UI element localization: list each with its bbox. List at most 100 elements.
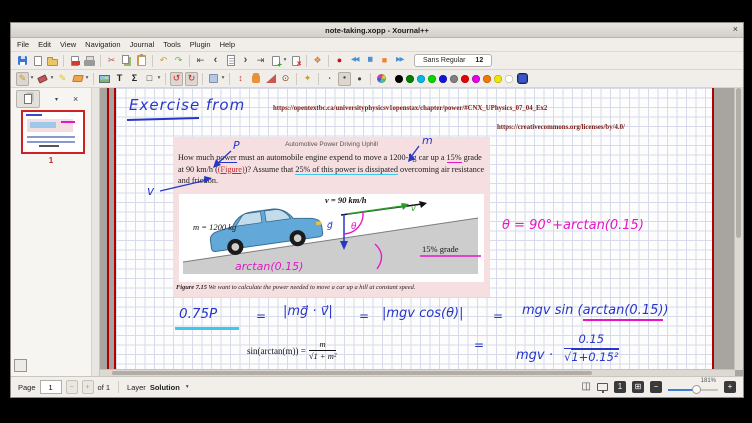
new-document-button[interactable] bbox=[31, 54, 44, 68]
selection-tool-button[interactable] bbox=[71, 72, 84, 86]
page-decrement-button[interactable]: − bbox=[66, 380, 78, 394]
highlighter-button[interactable]: ✎ bbox=[56, 72, 69, 86]
sidebar-close-icon[interactable]: × bbox=[73, 94, 78, 104]
shape-recognizer-button[interactable]: ✦ bbox=[301, 72, 314, 86]
snap-grid-button[interactable]: ↻ bbox=[185, 72, 198, 86]
color-swatch[interactable] bbox=[505, 75, 513, 83]
color-swatch[interactable] bbox=[461, 75, 469, 83]
snap-rotation-button[interactable]: ↺ bbox=[170, 72, 183, 86]
color-swatch[interactable] bbox=[494, 75, 502, 83]
setsquare-button[interactable] bbox=[264, 72, 277, 86]
forward-audio-button[interactable]: ▶▶ bbox=[393, 54, 406, 68]
color-swatch[interactable] bbox=[417, 75, 425, 83]
page-thumbnail[interactable] bbox=[21, 110, 85, 154]
zoom-slider[interactable]: 181% bbox=[668, 378, 718, 396]
layer-chevron-down-icon[interactable]: ▾ bbox=[186, 384, 189, 390]
pen-button[interactable]: ✎ bbox=[16, 72, 29, 86]
insert-image-button[interactable] bbox=[98, 72, 111, 86]
last-page-button[interactable]: ⇥ bbox=[254, 54, 267, 68]
menu-item[interactable]: Tools bbox=[163, 40, 181, 49]
radicand: 1 + m² bbox=[313, 350, 336, 361]
thickness-fine-button[interactable]: ● bbox=[323, 72, 336, 86]
color-swatch[interactable] bbox=[483, 75, 491, 83]
thickness-thick-button[interactable]: ● bbox=[353, 72, 366, 86]
problem-text: How much power must an automobile engine… bbox=[178, 152, 485, 187]
eraser-menu-button[interactable]: ▾ bbox=[49, 72, 55, 86]
vertical-space-button[interactable]: ↕ bbox=[234, 72, 247, 86]
rewind-audio-button[interactable]: ◀◀ bbox=[348, 54, 361, 68]
pen-menu-button[interactable]: ▾ bbox=[29, 72, 35, 86]
delete-page-button[interactable] bbox=[289, 54, 302, 68]
page-number-input[interactable] bbox=[40, 380, 62, 394]
open-button[interactable] bbox=[46, 54, 59, 68]
stop-audio-button[interactable]: ■ bbox=[378, 54, 391, 68]
sidebar-bottom-icon[interactable] bbox=[14, 359, 27, 372]
horizontal-scrollbar-thumb[interactable] bbox=[112, 371, 592, 375]
zoom-slider-knob[interactable] bbox=[692, 385, 701, 394]
export-pdf-button[interactable] bbox=[68, 54, 81, 68]
math-tex-button[interactable]: Σ bbox=[128, 72, 141, 86]
menu-item[interactable]: Journal bbox=[130, 40, 155, 49]
draw-shape-menu-button[interactable]: ▾ bbox=[156, 72, 162, 86]
vertical-scrollbar[interactable] bbox=[734, 88, 743, 370]
draw-shape-button[interactable]: □ bbox=[143, 72, 156, 86]
thickness-medium-button[interactable]: ● bbox=[338, 72, 351, 86]
page-spinner-button[interactable] bbox=[224, 54, 237, 68]
toolbar-separator bbox=[93, 73, 94, 85]
sidebar-chevron-down-icon[interactable]: ▾ bbox=[55, 96, 58, 103]
next-page-button[interactable]: › bbox=[239, 54, 252, 68]
color-wheel-button[interactable] bbox=[375, 72, 388, 86]
hand-tool-button[interactable] bbox=[249, 72, 262, 86]
power-word-underlined: power bbox=[216, 153, 236, 163]
copy-button[interactable] bbox=[120, 54, 133, 68]
sidebar-scrollbar[interactable] bbox=[91, 88, 99, 376]
undo-button[interactable]: ↶ bbox=[157, 54, 170, 68]
save-button[interactable] bbox=[16, 54, 29, 68]
color-swatch[interactable] bbox=[428, 75, 436, 83]
sidebar-preview-tab[interactable] bbox=[16, 90, 40, 108]
dual-page-icon[interactable]: ◫ bbox=[582, 382, 591, 392]
color-swatch[interactable] bbox=[395, 75, 403, 83]
menu-item[interactable]: View bbox=[60, 40, 76, 49]
new-page-menu-button[interactable]: ▾ bbox=[282, 54, 288, 68]
text-tool-button[interactable]: T bbox=[113, 72, 126, 86]
cut-button[interactable]: ✂ bbox=[105, 54, 118, 68]
zoom-fit-button[interactable]: ⊞ bbox=[632, 381, 644, 393]
rect-selection-menu-button[interactable]: ▾ bbox=[220, 72, 226, 86]
menu-item[interactable]: Navigation bbox=[85, 40, 120, 49]
color-swatch[interactable] bbox=[472, 75, 480, 83]
menu-item[interactable]: File bbox=[17, 40, 29, 49]
horizontal-scrollbar[interactable] bbox=[100, 369, 735, 376]
color-swatch[interactable] bbox=[518, 74, 527, 83]
zoom-out-button[interactable]: − bbox=[650, 381, 662, 393]
menu-item[interactable]: Edit bbox=[38, 40, 51, 49]
new-page-after-button[interactable] bbox=[269, 54, 282, 68]
previous-page-button[interactable]: ‹ bbox=[209, 54, 222, 68]
color-swatch[interactable] bbox=[406, 75, 414, 83]
zoom-100-button[interactable]: 1 bbox=[614, 381, 626, 393]
window-close-button[interactable]: × bbox=[733, 24, 738, 34]
fullscreen-button[interactable]: ❖ bbox=[311, 54, 324, 68]
record-audio-button[interactable]: ● bbox=[333, 54, 346, 68]
presentation-mode-icon[interactable] bbox=[597, 383, 608, 391]
menu-item[interactable]: Plugin bbox=[190, 40, 211, 49]
compass-button[interactable]: ⊙ bbox=[279, 72, 292, 86]
paste-button[interactable] bbox=[135, 54, 148, 68]
layer-selector[interactable]: Solution bbox=[150, 383, 180, 392]
first-page-button[interactable]: ⇤ bbox=[194, 54, 207, 68]
eraser-button[interactable] bbox=[36, 72, 49, 86]
color-swatch[interactable] bbox=[439, 75, 447, 83]
font-selector-button[interactable]: Sans Regular 12 bbox=[414, 54, 492, 67]
zoom-in-button[interactable]: + bbox=[724, 381, 736, 393]
pause-audio-button[interactable]: ▮▮ bbox=[363, 54, 376, 68]
redo-button[interactable]: ↷ bbox=[172, 54, 185, 68]
figure-link[interactable]: (Figure) bbox=[218, 165, 245, 174]
menu-item[interactable]: Help bbox=[220, 40, 235, 49]
selection-menu-button[interactable]: ▾ bbox=[84, 72, 90, 86]
print-button[interactable] bbox=[83, 54, 96, 68]
page-increment-button[interactable]: + bbox=[82, 380, 94, 394]
color-swatch[interactable] bbox=[450, 75, 458, 83]
vertical-scrollbar-thumb[interactable] bbox=[736, 88, 741, 238]
rect-selection-button[interactable] bbox=[207, 72, 220, 86]
document-page[interactable]: Exercise from https://opentextbc.ca/univ… bbox=[114, 88, 714, 370]
